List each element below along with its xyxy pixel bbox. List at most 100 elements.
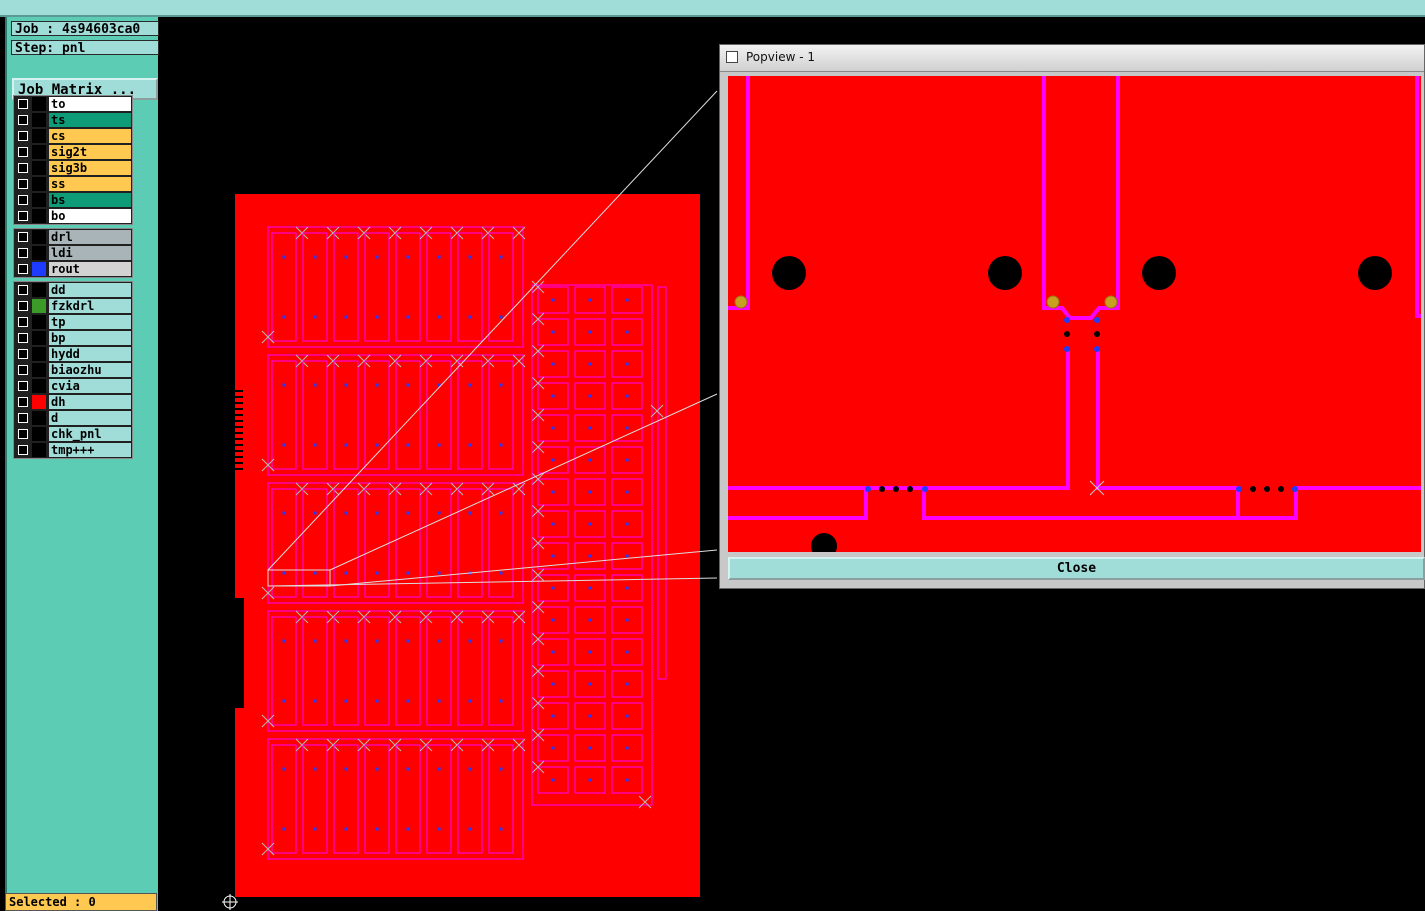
popview-title-bar[interactable]: Popview - 1	[720, 45, 1424, 72]
layer-row-tp[interactable]: tp	[14, 314, 132, 330]
layer-color-swatch[interactable]	[32, 97, 46, 111]
layer-checkbox[interactable]	[18, 349, 28, 359]
layer-checkbox[interactable]	[18, 397, 28, 407]
layer-color-swatch[interactable]	[32, 411, 46, 425]
layer-color-swatch[interactable]	[32, 331, 46, 345]
layer-checkbox[interactable]	[18, 301, 28, 311]
layer-name[interactable]: bp	[49, 331, 131, 345]
layer-checkbox[interactable]	[18, 264, 28, 274]
layer-row-bp[interactable]: bp	[14, 330, 132, 346]
layer-checkbox[interactable]	[18, 179, 28, 189]
layer-name[interactable]: dd	[49, 283, 131, 297]
layer-name[interactable]: bo	[49, 209, 131, 223]
layer-checkbox[interactable]	[18, 317, 28, 327]
layer-name[interactable]: ss	[49, 177, 131, 191]
layer-checkbox[interactable]	[18, 248, 28, 258]
layer-color-swatch[interactable]	[32, 283, 46, 297]
layer-row-rout[interactable]: rout	[14, 261, 132, 277]
popview-window[interactable]: Popview - 1 Close	[719, 44, 1425, 589]
layer-row-ts[interactable]: ts	[14, 112, 132, 128]
layer-row-dd[interactable]: dd	[14, 282, 132, 298]
job-label: Job : 4s94603ca0	[11, 21, 159, 37]
layer-color-swatch[interactable]	[32, 443, 46, 457]
layer-checkbox[interactable]	[18, 147, 28, 157]
layer-checkbox[interactable]	[18, 413, 28, 423]
layer-name[interactable]: tmp+++	[49, 443, 131, 457]
layer-color-swatch[interactable]	[32, 363, 46, 377]
layer-name[interactable]: tp	[49, 315, 131, 329]
layer-name[interactable]: drl	[49, 230, 131, 244]
layer-row-ss[interactable]: ss	[14, 176, 132, 192]
layer-color-swatch[interactable]	[32, 299, 46, 313]
layer-color-swatch[interactable]	[32, 113, 46, 127]
layer-name[interactable]: hydd	[49, 347, 131, 361]
panel-edge	[5, 17, 7, 911]
layer-color-swatch[interactable]	[32, 379, 46, 393]
layer-checkbox[interactable]	[18, 115, 28, 125]
layer-row-sig3b[interactable]: sig3b	[14, 160, 132, 176]
layer-name[interactable]: chk_pnl	[49, 427, 131, 441]
layer-checkbox[interactable]	[18, 381, 28, 391]
layer-color-swatch[interactable]	[32, 262, 46, 276]
layer-color-swatch[interactable]	[32, 193, 46, 207]
layer-color-swatch[interactable]	[32, 209, 46, 223]
layer-name[interactable]: to	[49, 97, 131, 111]
layer-row-bo[interactable]: bo	[14, 208, 132, 224]
step-label: Step: pnl	[11, 40, 159, 56]
layer-checkbox[interactable]	[18, 232, 28, 242]
window-icon	[726, 51, 738, 63]
layer-name[interactable]: ts	[49, 113, 131, 127]
layer-group-board: to ts cs sig2t sig3b ss bs bo	[13, 95, 133, 225]
layer-row-drl[interactable]: drl	[14, 229, 132, 245]
layer-color-swatch[interactable]	[32, 427, 46, 441]
layer-color-swatch[interactable]	[32, 177, 46, 191]
layer-checkbox[interactable]	[18, 131, 28, 141]
layer-checkbox[interactable]	[18, 211, 28, 221]
layer-color-swatch[interactable]	[32, 246, 46, 260]
layer-name[interactable]: ldi	[49, 246, 131, 260]
layer-row-d[interactable]: d	[14, 410, 132, 426]
layer-row-sig2t[interactable]: sig2t	[14, 144, 132, 160]
layer-row-to[interactable]: to	[14, 96, 132, 112]
layer-name[interactable]: fzkdrl	[49, 299, 131, 313]
layer-checkbox[interactable]	[18, 365, 28, 375]
layer-checkbox[interactable]	[18, 99, 28, 109]
selected-count: Selected : 0	[5, 893, 157, 911]
layer-color-swatch[interactable]	[32, 315, 46, 329]
layer-name[interactable]: sig2t	[49, 145, 131, 159]
popview-zoom-view[interactable]	[728, 76, 1421, 552]
layer-row-bs[interactable]: bs	[14, 192, 132, 208]
layer-row-ldi[interactable]: ldi	[14, 245, 132, 261]
layer-name[interactable]: cvia	[49, 379, 131, 393]
layer-checkbox[interactable]	[18, 195, 28, 205]
layer-color-swatch[interactable]	[32, 145, 46, 159]
layer-checkbox[interactable]	[18, 163, 28, 173]
layer-row-chkpnl[interactable]: chk_pnl	[14, 426, 132, 442]
layer-row-biaozhu[interactable]: biaozhu	[14, 362, 132, 378]
layer-name[interactable]: rout	[49, 262, 131, 276]
layer-checkbox[interactable]	[18, 429, 28, 439]
layer-row-cs[interactable]: cs	[14, 128, 132, 144]
panel-board	[235, 194, 700, 897]
layer-checkbox[interactable]	[18, 285, 28, 295]
layer-color-swatch[interactable]	[32, 347, 46, 361]
layer-name[interactable]: bs	[49, 193, 131, 207]
layer-color-swatch[interactable]	[32, 129, 46, 143]
close-button[interactable]: Close	[728, 557, 1425, 580]
layer-name[interactable]: dh	[49, 395, 131, 409]
layer-color-swatch[interactable]	[32, 161, 46, 175]
layer-name[interactable]: d	[49, 411, 131, 425]
layer-name[interactable]: cs	[49, 129, 131, 143]
layer-row-dh[interactable]: dh	[14, 394, 132, 410]
layer-row-hydd[interactable]: hydd	[14, 346, 132, 362]
layer-color-swatch[interactable]	[32, 230, 46, 244]
layer-checkbox[interactable]	[18, 333, 28, 343]
layer-row-tmp[interactable]: tmp+++	[14, 442, 132, 458]
layer-checkbox[interactable]	[18, 445, 28, 455]
layer-row-cvia[interactable]: cvia	[14, 378, 132, 394]
layer-name[interactable]: sig3b	[49, 161, 131, 175]
layer-color-swatch[interactable]	[32, 395, 46, 409]
layer-group-drill: drl ldi rout	[13, 228, 133, 278]
layer-name[interactable]: biaozhu	[49, 363, 131, 377]
layer-row-fzkdrl[interactable]: fzkdrl	[14, 298, 132, 314]
